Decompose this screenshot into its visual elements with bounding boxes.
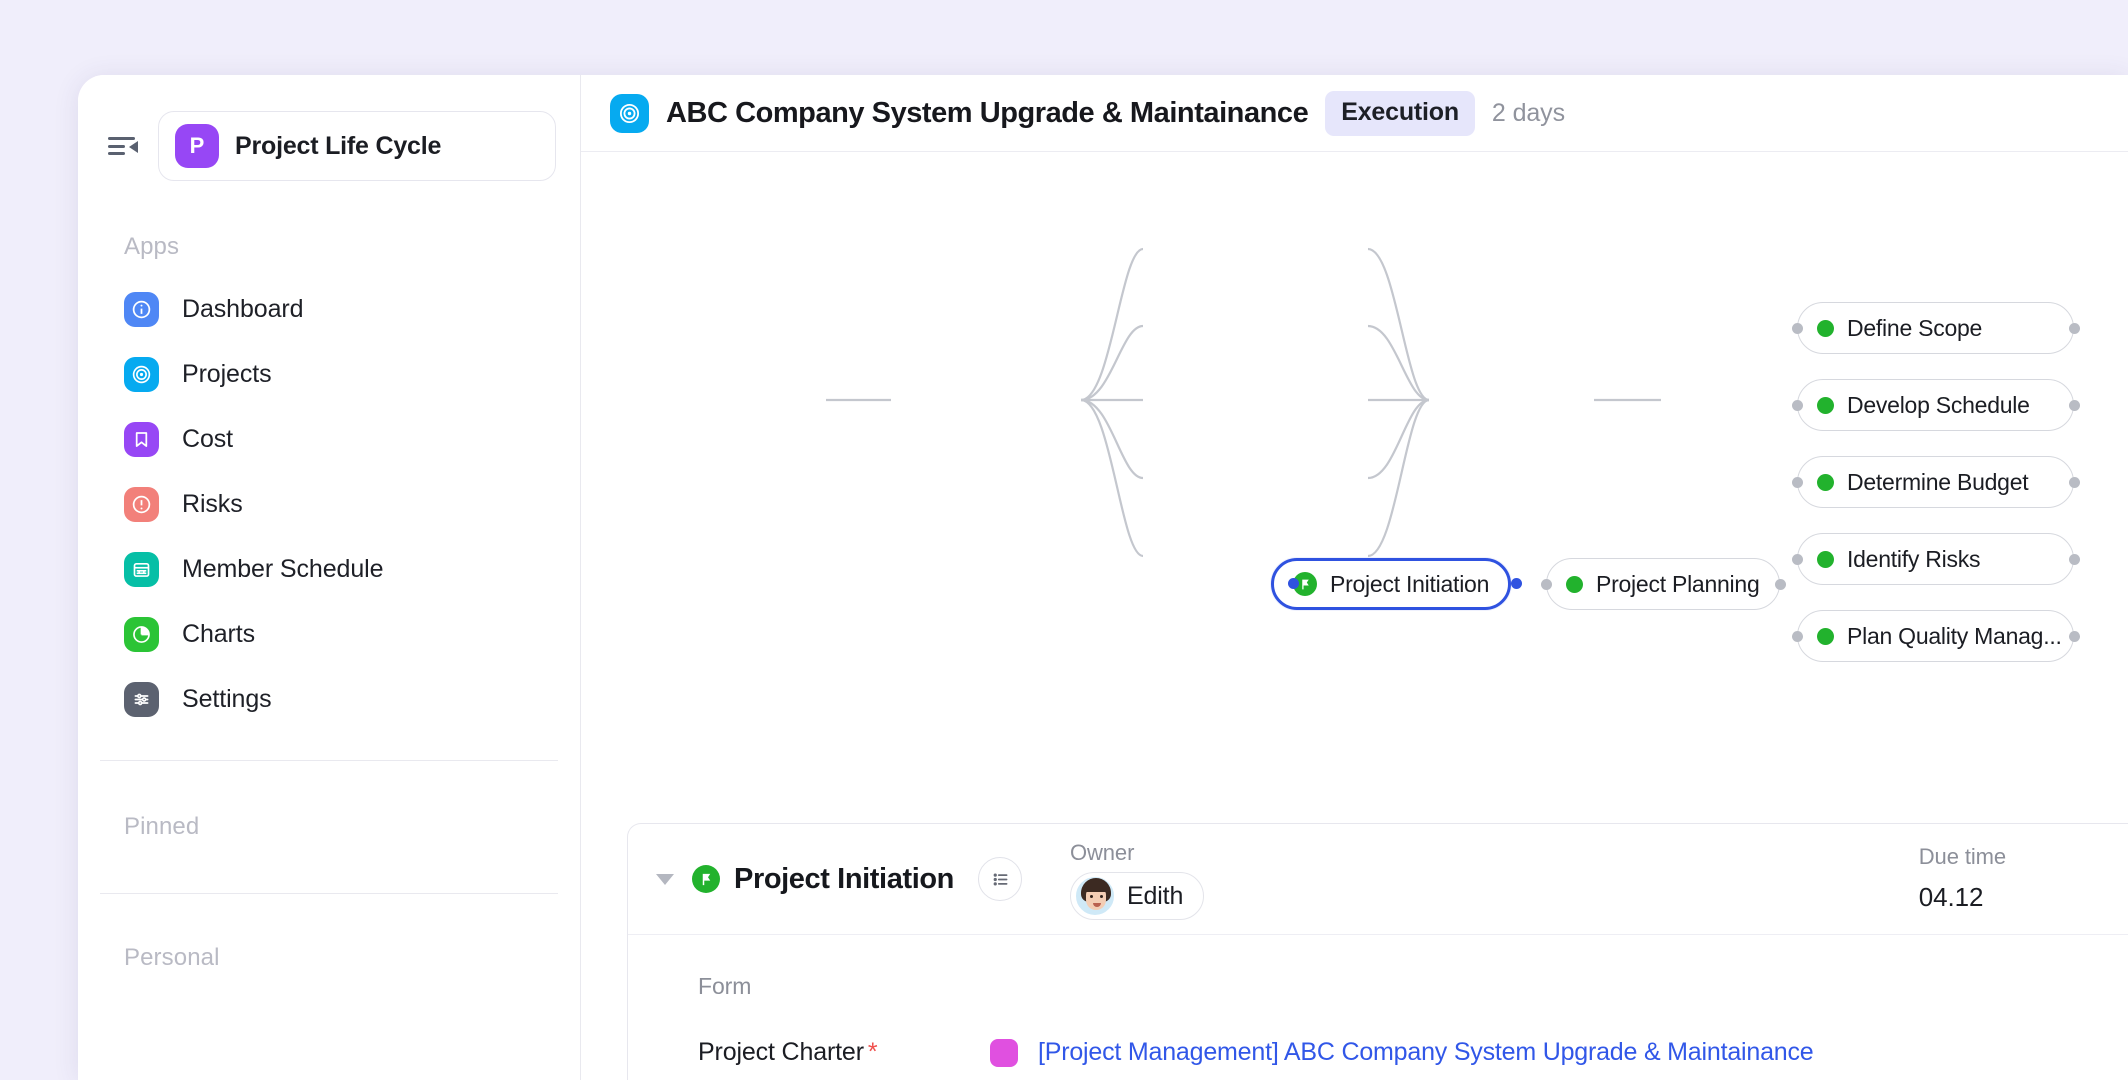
flow-node-label: Project Planning: [1596, 570, 1760, 597]
node-port-left[interactable]: [1541, 579, 1552, 590]
document-link-text: [Project Management] ABC Company System …: [1038, 1038, 1814, 1066]
workspace-selector[interactable]: P Project Life Cycle: [158, 111, 556, 181]
collapse-caret-icon[interactable]: [656, 873, 674, 885]
target-icon: [124, 357, 159, 392]
node-port-right[interactable]: [2069, 323, 2080, 334]
flow-node-label: Identify Risks: [1847, 545, 1981, 572]
due-time-field: Due time 04.12: [1919, 844, 2006, 913]
flow-node-identify-risks[interactable]: Identify Risks: [1797, 533, 2074, 585]
workspace-avatar: P: [175, 124, 219, 168]
document-icon: [990, 1038, 1018, 1067]
status-dot-icon: [1817, 627, 1834, 645]
collapse-sidebar-icon[interactable]: [106, 129, 140, 163]
sidebar-item-label: Cost: [182, 425, 234, 453]
node-port-right[interactable]: [2069, 477, 2080, 488]
task-title: Project Initiation: [734, 862, 954, 895]
owner-chip[interactable]: Edith: [1070, 872, 1205, 920]
sidebar-item-member-schedule[interactable]: Member Schedule: [78, 537, 580, 602]
status-dot-icon: [1817, 396, 1834, 414]
owner-name: Edith: [1127, 881, 1184, 910]
sidebar-item-label: Settings: [182, 685, 272, 713]
flow-node-label: Project Initiation: [1330, 570, 1490, 597]
status-dot-icon: [1817, 550, 1834, 568]
sidebar-item-label: Charts: [182, 620, 256, 648]
duration-text: 2 days: [1491, 98, 1565, 127]
sliders-icon: [124, 682, 159, 717]
page-title: ABC Company System Upgrade & Maintainanc…: [666, 96, 1309, 129]
status-dot-icon: [1566, 575, 1583, 593]
target-icon: [610, 93, 649, 133]
flow-node-label: Define Scope: [1847, 314, 1983, 341]
sidebar-header: P Project Life Cycle: [78, 75, 580, 181]
flow-node-plan-quality-management[interactable]: Plan Quality Manag...: [1797, 610, 2074, 662]
flow-node-project-initiation[interactable]: Project Initiation: [1271, 558, 1512, 610]
field-label: Project Charter *: [698, 1038, 990, 1067]
workspace-name: Project Life Cycle: [235, 131, 442, 160]
task-detail-panel: Project Initiation Owner Edith Due time …: [627, 823, 2128, 1080]
flow-node-label: Determine Budget: [1847, 468, 2029, 495]
app-window: P Project Life Cycle Apps Dashboard Proj…: [78, 75, 2128, 1080]
flow-node-label: Develop Schedule: [1847, 391, 2030, 418]
flow-node-project-planning[interactable]: Project Planning: [1546, 558, 1780, 610]
project-header: ABC Company System Upgrade & Maintainanc…: [581, 75, 2128, 152]
node-port-left[interactable]: [1792, 554, 1803, 565]
task-detail-header: Project Initiation Owner Edith Due time …: [628, 824, 2128, 935]
owner-field: Owner Edith: [1070, 840, 1205, 920]
apps-section-label: Apps: [124, 233, 180, 260]
required-mark: *: [867, 1038, 878, 1066]
sidebar-item-cost[interactable]: Cost: [78, 407, 580, 472]
list-view-icon[interactable]: [978, 857, 1022, 901]
node-port-right[interactable]: [1511, 578, 1522, 589]
node-port-left[interactable]: [1288, 578, 1299, 589]
sidebar-item-label: Risks: [182, 490, 243, 518]
due-time-value[interactable]: 04.12: [1919, 882, 2006, 913]
status-badge[interactable]: Execution: [1325, 90, 1475, 136]
flow-node-determine-budget[interactable]: Determine Budget: [1797, 456, 2074, 508]
attached-document-link[interactable]: [Project Management] ABC Company System …: [990, 1038, 1814, 1067]
sidebar-item-charts[interactable]: Charts: [78, 602, 580, 667]
sidebar-item-label: Projects: [182, 360, 272, 388]
main-content: ABC Company System Upgrade & Maintainanc…: [581, 75, 2128, 1080]
node-port-right[interactable]: [2069, 554, 2080, 565]
status-dot-icon: [1817, 473, 1834, 491]
sidebar-divider-1: [100, 760, 558, 761]
pie-chart-icon: [124, 617, 159, 652]
sidebar-item-risks[interactable]: Risks: [78, 472, 580, 537]
alert-circle-icon: [124, 487, 159, 522]
sidebar-item-settings[interactable]: Settings: [78, 667, 580, 732]
sidebar-item-label: Member Schedule: [182, 555, 384, 583]
node-port-left[interactable]: [1792, 323, 1803, 334]
form-row-project-charter: Project Charter * [Project Management] AB…: [698, 1038, 2128, 1067]
node-port-left[interactable]: [1792, 631, 1803, 642]
node-port-right[interactable]: [2069, 631, 2080, 642]
calendar-icon: [124, 552, 159, 587]
bookmark-icon: [124, 422, 159, 457]
avatar: [1075, 876, 1115, 916]
flow-node-label: Plan Quality Manag...: [1847, 622, 2062, 649]
node-port-left[interactable]: [1792, 400, 1803, 411]
personal-section-label: Personal: [124, 944, 220, 971]
flow-node-develop-schedule[interactable]: Develop Schedule: [1797, 379, 2074, 431]
node-port-right[interactable]: [2069, 400, 2080, 411]
sidebar-divider-2: [100, 893, 558, 894]
due-time-label: Due time: [1918, 844, 2006, 869]
sidebar: P Project Life Cycle Apps Dashboard Proj…: [78, 75, 581, 1080]
sidebar-nav: Dashboard Projects Cost Risks Member Sch…: [78, 277, 580, 732]
status-dot-icon: [1817, 319, 1834, 337]
form-section-label: Form: [698, 973, 752, 999]
sidebar-item-dashboard[interactable]: Dashboard: [78, 277, 580, 342]
flow-node-define-scope[interactable]: Define Scope: [1797, 302, 2074, 354]
sidebar-item-projects[interactable]: Projects: [78, 342, 580, 407]
pinned-section-label: Pinned: [124, 813, 200, 840]
sidebar-item-label: Dashboard: [182, 295, 304, 323]
flag-status-icon: [692, 865, 720, 893]
node-port-right[interactable]: [1775, 579, 1786, 590]
node-port-left[interactable]: [1792, 477, 1803, 488]
info-circle-icon: [124, 292, 159, 327]
owner-label: Owner: [1070, 840, 1135, 865]
field-label-text: Project Charter: [698, 1038, 864, 1066]
form-section: Form Project Charter * [Project Managemen…: [628, 935, 2128, 1067]
flow-canvas[interactable]: Project Initiation Project Planning Defi…: [581, 153, 2128, 803]
